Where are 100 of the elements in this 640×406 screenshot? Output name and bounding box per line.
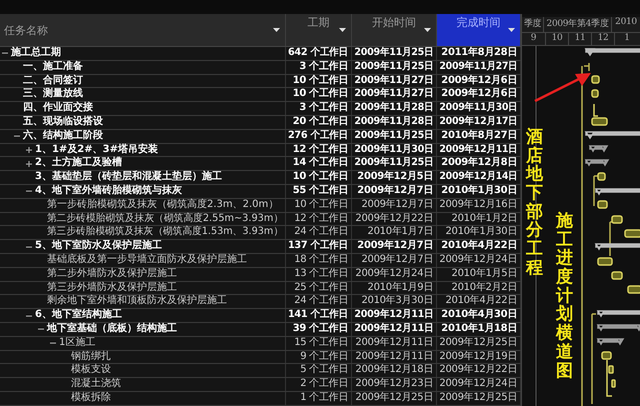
start-date-text: 2009年11月27日 <box>354 88 433 102</box>
column-label: 任务名称 <box>4 22 48 38</box>
month-label: 12 <box>592 33 615 45</box>
task-name: 第三步砖胎模砌筑及抹灰（砌筑高度1.53m、3.93m） <box>47 226 283 239</box>
task-name: 1区施工 <box>59 336 96 350</box>
finish-date-text: 2009年12月6日 <box>441 88 517 102</box>
start-date-text: 2009年11月30日 <box>354 144 433 156</box>
finish-date-text: 2010年4月30日 <box>441 309 517 322</box>
finish-date-text: 2009年12月24日 <box>439 254 517 267</box>
task-name: 四、作业面交接 <box>23 102 93 115</box>
start-date-text: 2009年11月25日 <box>354 157 433 170</box>
duration-text: 55 个工作日 <box>292 184 348 198</box>
collapse-minus-icon[interactable] <box>26 312 32 319</box>
duration-text: 10 个工作日 <box>292 88 348 102</box>
timescale-label: 季度 <box>522 17 544 32</box>
finish-date-text: 2010年4月22日 <box>441 240 517 253</box>
task-name: 三、测量放线 <box>23 88 83 101</box>
task-name: 六、结构施工阶段 <box>23 130 103 143</box>
start-date-text: 2009年12月11日 <box>355 336 433 350</box>
task-name: 第三步外墙防水及保护层施工 <box>47 282 177 294</box>
duration-text: 12 个工作日 <box>292 144 348 156</box>
start-date-text: 2010年3月30日 <box>361 295 433 308</box>
dropdown-caret-icon <box>508 28 515 32</box>
column-header[interactable]: 任务名称 <box>0 14 286 46</box>
finish-date-text: 2009年12月16日 <box>439 198 517 212</box>
start-date-text: 2009年12月22日 <box>355 212 433 226</box>
finish-date-text: 2009年12月8日 <box>441 157 517 170</box>
finish-date-text: 2009年12月11日 <box>439 144 517 156</box>
start-date-text: 2009年11月25日 <box>354 130 433 143</box>
duration-text: 642 个工作日 <box>288 47 348 60</box>
column-header[interactable]: 完成时间 <box>437 14 521 46</box>
expand-plus-icon[interactable] <box>26 146 32 153</box>
annotation-arrow <box>534 73 591 102</box>
task-name: 地下室基础（底板）结构施工 <box>47 322 177 336</box>
dropdown-caret-icon <box>339 28 346 32</box>
collapse-minus-icon[interactable] <box>26 244 32 250</box>
start-date-text: 2009年12月11日 <box>354 309 433 322</box>
task-name: 施工总工期 <box>11 47 61 60</box>
task-name: 五、现场临设搭设 <box>23 116 103 129</box>
duration-text: 13 个工作日 <box>294 268 348 281</box>
duration-text: 10 个工作日 <box>292 74 348 88</box>
finish-date-text: 2010年1月30日 <box>445 226 517 240</box>
task-name: 混凝土浇筑 <box>71 378 121 391</box>
start-date-text: 2009年12月24日 <box>355 268 433 281</box>
collapse-minus-icon[interactable] <box>14 133 20 140</box>
task-name: 第二步外墙防水及保护层施工 <box>47 268 177 281</box>
finish-date-text: 2010年1月2日 <box>452 212 517 226</box>
start-date-text: 2009年12月7日 <box>361 254 433 267</box>
finish-date-text: 2009年12月14日 <box>439 171 517 184</box>
finish-date-text: 2009年12月22日 <box>439 364 517 378</box>
month-label: 9 <box>522 33 546 45</box>
collapse-minus-icon[interactable] <box>38 326 44 332</box>
dropdown-caret-icon <box>273 28 280 32</box>
task-name: 二、合同签订 <box>23 74 83 88</box>
duration-text: 10 个工作日 <box>294 198 348 212</box>
collapse-minus-icon[interactable] <box>2 50 8 56</box>
collapse-minus-icon[interactable] <box>26 188 32 194</box>
finish-date-text: 2009年12月19日 <box>439 350 517 364</box>
timescale-label: 2009年第4季度 <box>544 17 612 32</box>
task-name: 一、施工准备 <box>23 60 83 74</box>
finish-date-text: 2009年12月25日 <box>439 392 517 405</box>
duration-text: 24 个工作日 <box>294 226 348 240</box>
task-name: 1、1#及2#、3#塔吊安装 <box>35 144 158 156</box>
task-name: 模板拆除 <box>71 392 111 405</box>
duration-text: 39 个工作日 <box>292 322 348 336</box>
finish-date-text: 2011年8月28日 <box>441 47 517 60</box>
start-date-text: 2009年12月18日 <box>355 364 433 378</box>
finish-date-text: 2009年12月25日 <box>439 336 517 350</box>
duration-text: 24 个工作日 <box>294 295 348 308</box>
start-date-text: 2009年12月5日 <box>357 171 433 184</box>
duration-text: 3 个工作日 <box>299 60 348 74</box>
duration-text: 3 个工作日 <box>299 102 348 115</box>
task-name: 第二步砖模胎砌筑及抹灰（砌筑高度2.55m~3.93m） <box>47 212 284 226</box>
task-name: 第一步砖胎模砌筑及抹灰（砌筑高度2.3m、2.0m） <box>47 198 278 212</box>
duration-text: 25 个工作日 <box>294 282 348 294</box>
start-date-text: 2009年11月25日 <box>354 47 433 60</box>
start-date-text: 2009年11月27日 <box>354 74 433 88</box>
finish-date-text: 2009年11月27日 <box>439 60 517 74</box>
finish-date-text: 2010年1月30日 <box>441 184 517 198</box>
collapse-minus-icon[interactable] <box>50 340 56 346</box>
start-date-text: 2009年12月23日 <box>355 378 433 391</box>
start-date-text: 2009年11月28日 <box>354 102 433 115</box>
finish-date-text: 2009年12月24日 <box>439 378 517 391</box>
duration-text: 141 个工作日 <box>288 309 348 322</box>
month-label: 10 <box>546 33 569 45</box>
start-date-text: 2009年11月28日 <box>354 116 433 129</box>
task-name: 3、基础垫层（砖垫层和混凝土垫层）施工 <box>35 171 222 184</box>
column-label: 工期 <box>308 16 330 29</box>
finish-date-text: 2010年1月18日 <box>441 322 517 336</box>
finish-date-text: 2010年8月27日 <box>441 130 517 143</box>
duration-text: 15 个工作日 <box>294 336 348 350</box>
column-label: 完成时间 <box>456 16 500 29</box>
duration-text: 1 个工作日 <box>300 392 348 405</box>
task-name: 基础底板及第一步导墙立面防水及保护层施工 <box>47 254 247 267</box>
duration-text: 5 个工作日 <box>300 364 348 378</box>
start-date-text: 2009年12月7日 <box>357 240 433 253</box>
finish-date-text: 2010年4月22日 <box>445 295 517 308</box>
expand-plus-icon[interactable] <box>26 160 32 167</box>
column-header[interactable]: 工期 <box>286 14 352 46</box>
duration-text: 12 个工作日 <box>294 212 348 226</box>
